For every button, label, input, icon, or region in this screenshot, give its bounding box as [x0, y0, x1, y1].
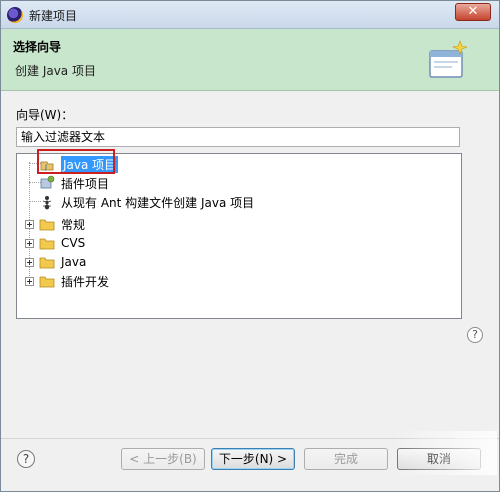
- help-button[interactable]: ?: [17, 450, 35, 468]
- expand-toggle[interactable]: [25, 258, 34, 267]
- folder-icon: [39, 238, 55, 250]
- tree-item-label: 常规: [61, 217, 86, 232]
- tree-item-label: CVS: [61, 236, 86, 250]
- plugin-project-icon: [40, 175, 55, 189]
- tree-item-label: 插件项目: [61, 176, 110, 191]
- wizard-banner: 选择向导 创建 Java 项目: [1, 29, 499, 91]
- banner-subtitle: 创建 Java 项目: [15, 64, 96, 78]
- ant-icon: [42, 196, 52, 210]
- wizard-tree[interactable]: J Java 项目 插件项目 从现有 Ant 构建文件创建 Java 项目 常规…: [16, 153, 462, 319]
- tree-item-plugin-dev[interactable]: 插件开发: [39, 272, 109, 290]
- folder-icon: [39, 276, 55, 288]
- expand-toggle[interactable]: [25, 239, 34, 248]
- eclipse-icon: [7, 7, 23, 23]
- new-project-dialog: 新建项目 ✕ 选择向导 创建 Java 项目 向导(W)： J Java 项目: [0, 0, 500, 492]
- folder-icon: [39, 257, 55, 269]
- tree-item-cvs[interactable]: CVS: [39, 234, 85, 252]
- title-bar[interactable]: 新建项目 ✕: [1, 1, 499, 29]
- window-title: 新建项目: [29, 9, 78, 23]
- new-wizard-icon: [429, 40, 467, 78]
- filter-input[interactable]: [16, 127, 460, 147]
- annotation-highlight: [37, 149, 115, 174]
- tree-item-plugin-project[interactable]: 插件项目: [39, 174, 109, 192]
- tree-item-general[interactable]: 常规: [39, 215, 85, 233]
- tree-item-ant-project[interactable]: 从现有 Ant 构建文件创建 Java 项目: [39, 193, 254, 211]
- folder-icon: [39, 219, 55, 231]
- next-button[interactable]: 下一步(N) >: [211, 448, 295, 470]
- tree-item-label: Java: [61, 255, 87, 269]
- banner-title: 选择向导: [13, 40, 62, 54]
- back-button[interactable]: < 上一步(B): [121, 448, 205, 470]
- tree-item-label: 插件开发: [61, 274, 110, 289]
- expand-toggle[interactable]: [25, 220, 34, 229]
- expand-toggle[interactable]: [25, 277, 34, 286]
- tree-item-java[interactable]: Java: [39, 253, 86, 271]
- finish-button[interactable]: 完成: [304, 448, 388, 470]
- watermark-overlay: [393, 431, 497, 475]
- help-icon[interactable]: ?: [467, 327, 483, 343]
- tree-item-label: 从现有 Ant 构建文件创建 Java 项目: [61, 195, 255, 210]
- wizard-label: 向导(W)：: [16, 108, 74, 122]
- close-button[interactable]: ✕: [455, 3, 491, 21]
